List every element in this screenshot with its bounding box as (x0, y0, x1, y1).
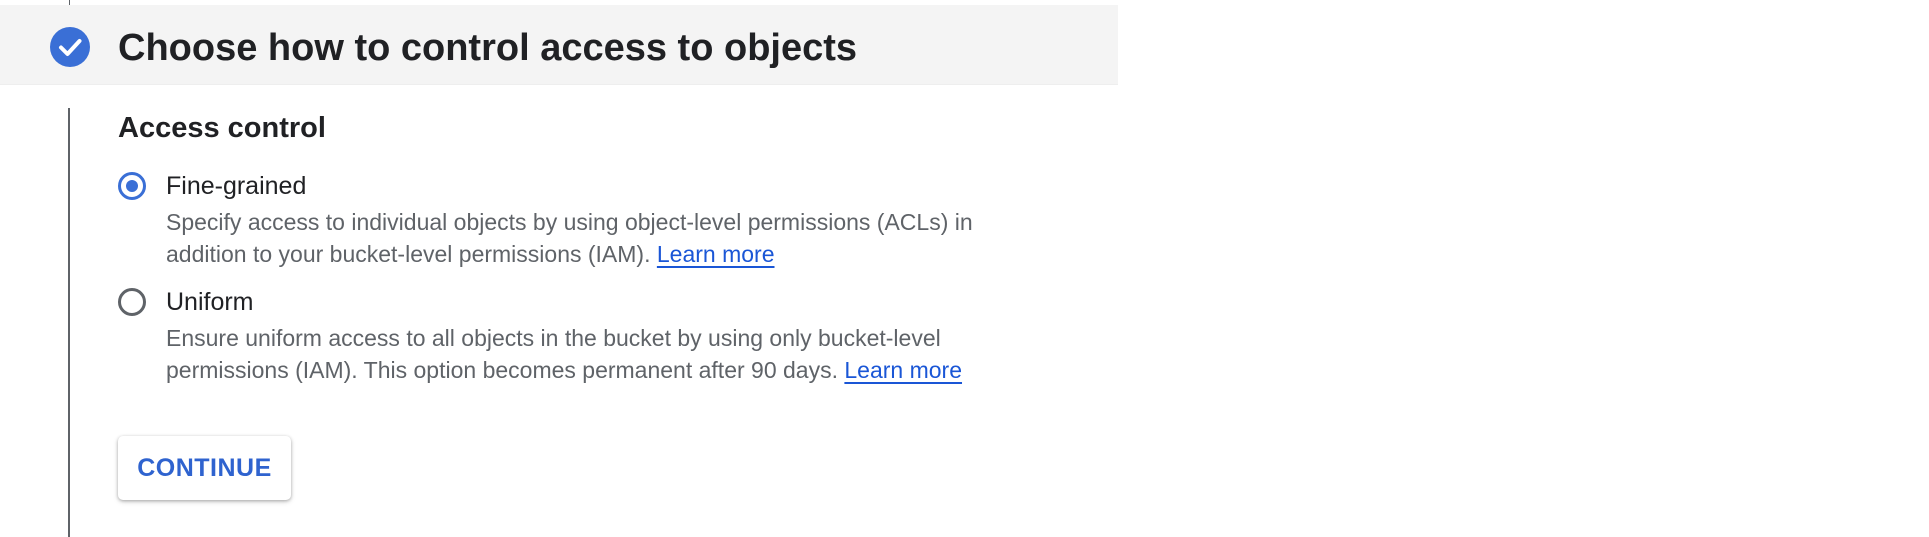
option-label-fine-grained[interactable]: Fine-grained (166, 168, 306, 204)
option-description-fine-grained: Specify access to individual objects by … (166, 206, 1066, 270)
step-title: Choose how to control access to objects (118, 27, 858, 69)
step-header[interactable]: Choose how to control access to objects (0, 5, 1118, 85)
description-line-with-link: addition to your bucket-level permission… (166, 238, 1066, 270)
radio-selected-dot (126, 180, 138, 192)
radio-uniform[interactable] (118, 288, 146, 316)
description-line-with-link: permissions (IAM). This option becomes p… (166, 354, 1066, 386)
description-line: addition to your bucket-level permission… (166, 241, 651, 267)
option-description-uniform: Ensure uniform access to all objects in … (166, 322, 1066, 386)
radio-fine-grained[interactable] (118, 172, 146, 200)
option-label-uniform[interactable]: Uniform (166, 284, 254, 320)
access-control-heading: Access control (118, 112, 326, 144)
learn-more-link-uniform[interactable]: Learn more (844, 357, 962, 383)
learn-more-link-fine-grained[interactable]: Learn more (657, 241, 775, 267)
timeline-connector (68, 108, 70, 537)
check-circle-icon (50, 27, 90, 67)
description-line: Specify access to individual objects by … (166, 209, 973, 235)
continue-button[interactable]: CONTINUE (118, 436, 291, 500)
description-line: permissions (IAM). This option becomes p… (166, 357, 838, 383)
bucket-create-step: Choose how to control access to objects … (0, 0, 1929, 537)
description-line: Ensure uniform access to all objects in … (166, 325, 941, 351)
